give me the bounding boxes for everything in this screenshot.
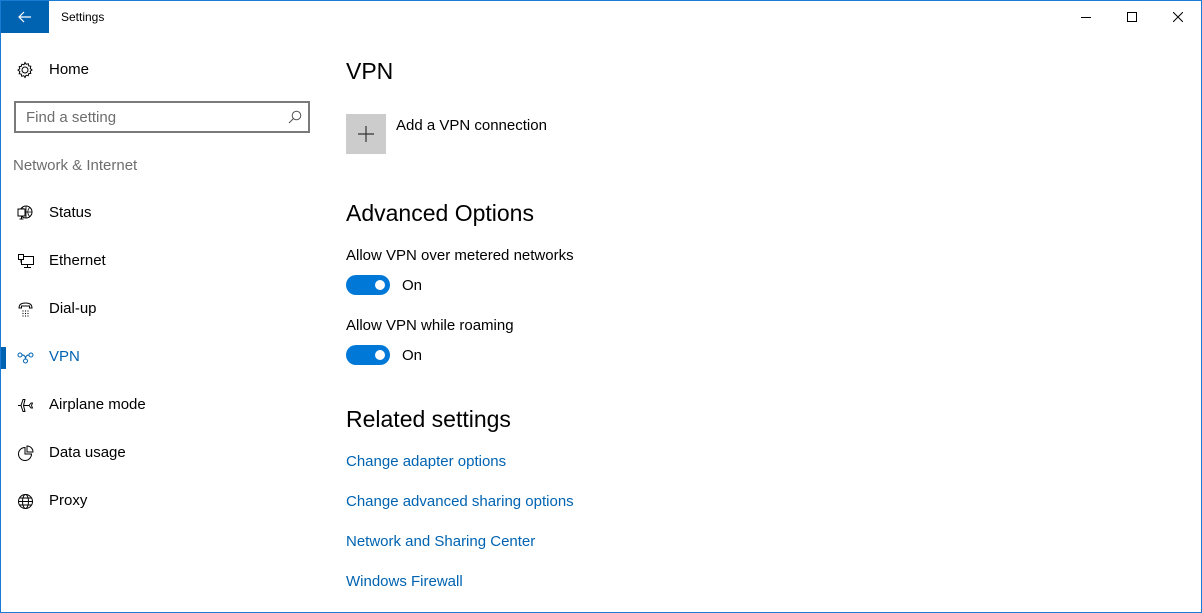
search-icon[interactable]	[288, 110, 302, 124]
sidebar-item-proxy[interactable]: Proxy	[1, 481, 321, 521]
windows-firewall-link[interactable]: Windows Firewall	[346, 573, 463, 590]
dial-up-phone-icon	[18, 302, 33, 317]
sidebar-item-airplane-mode[interactable]: Airplane mode	[1, 385, 321, 425]
sidebar-item-label: Data usage	[49, 444, 126, 461]
section-label: Network & Internet	[13, 157, 138, 174]
change-adapter-options-link[interactable]: Change adapter options	[346, 453, 506, 470]
toggle-knob	[375, 350, 385, 360]
window-title: Settings	[61, 10, 105, 24]
status-globe-monitor-icon	[17, 205, 33, 220]
metered-networks-state: On	[402, 277, 423, 294]
roaming-state: On	[402, 347, 423, 364]
proxy-globe-icon	[18, 494, 33, 509]
add-tile	[346, 114, 386, 154]
minimize-icon	[1081, 17, 1091, 18]
close-icon	[1173, 12, 1183, 22]
sidebar-item-label: Status	[49, 204, 92, 221]
sidebar-item-vpn[interactable]: VPN	[1, 337, 321, 377]
active-indicator	[1, 347, 6, 369]
change-advanced-sharing-options-link[interactable]: Change advanced sharing options	[346, 493, 574, 510]
sidebar-item-label: Proxy	[49, 492, 88, 509]
plus-icon	[358, 126, 374, 142]
roaming-toggle[interactable]	[346, 345, 390, 365]
home-nav[interactable]: Home	[1, 53, 321, 87]
advanced-options-heading: Advanced Options	[346, 200, 534, 226]
metered-networks-label: Allow VPN over metered networks	[346, 247, 574, 264]
maximize-icon	[1127, 12, 1137, 22]
sidebar-item-label: Airplane mode	[49, 396, 146, 413]
data-usage-pie-icon	[18, 445, 34, 461]
metered-networks-toggle[interactable]	[346, 275, 390, 295]
page-title: VPN	[346, 58, 394, 84]
sidebar-item-ethernet[interactable]: Ethernet	[1, 241, 321, 281]
airplane-icon	[18, 399, 33, 412]
sidebar-item-label: Dial-up	[49, 300, 97, 317]
sidebar-item-label: Ethernet	[49, 252, 106, 269]
roaming-label: Allow VPN while roaming	[346, 317, 514, 334]
gear-icon	[17, 61, 33, 79]
ethernet-icon	[18, 254, 34, 268]
settings-window: Settings Home Network & Internet	[0, 0, 1202, 613]
sidebar-item-dial-up[interactable]: Dial-up	[1, 289, 321, 329]
home-label: Home	[49, 61, 90, 78]
sidebar-item-label: VPN	[49, 348, 80, 365]
sidebar-item-status[interactable]: Status	[1, 193, 321, 233]
add-vpn-label: Add a VPN connection	[396, 117, 547, 134]
maximize-button[interactable]	[1109, 1, 1155, 33]
network-sharing-center-link[interactable]: Network and Sharing Center	[346, 533, 535, 550]
back-button[interactable]	[1, 1, 49, 33]
minimize-button[interactable]	[1063, 1, 1109, 33]
search-box	[14, 101, 310, 133]
search-input[interactable]	[16, 103, 266, 131]
title-bar: Settings	[1, 1, 1201, 33]
related-settings-heading: Related settings	[346, 406, 511, 432]
arrow-left-icon	[18, 11, 31, 23]
close-button[interactable]	[1155, 1, 1201, 33]
vpn-icon	[17, 352, 34, 364]
sidebar-item-data-usage[interactable]: Data usage	[1, 433, 321, 473]
toggle-knob	[375, 280, 385, 290]
